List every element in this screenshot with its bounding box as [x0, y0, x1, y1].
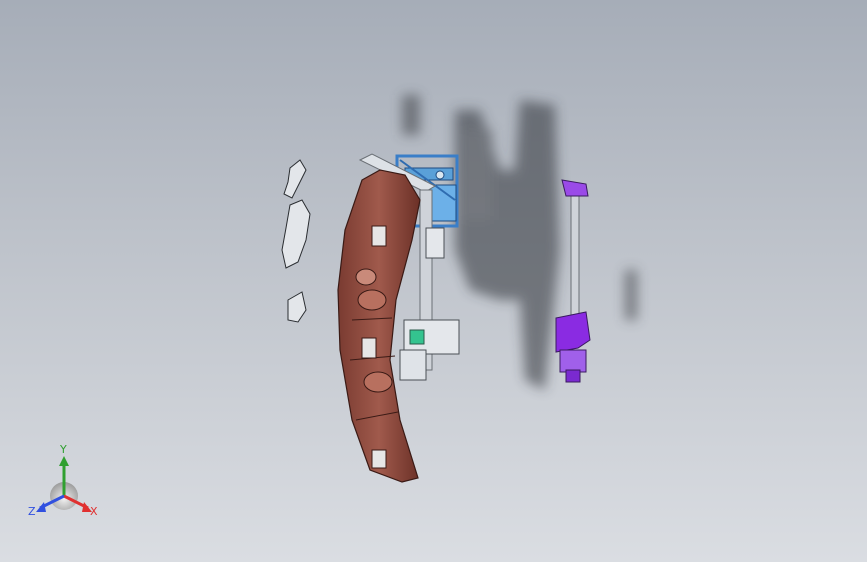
y-axis-label: Y [60, 443, 67, 456]
clamp-assembly[interactable] [555, 179, 591, 383]
small-brackets[interactable] [281, 159, 311, 323]
z-axis-arrow [36, 502, 46, 512]
x-axis-label: X [90, 505, 98, 518]
y-axis-arrow [59, 456, 69, 466]
cad-viewport[interactable]: Y X Z [0, 0, 867, 562]
coordinate-triad[interactable]: Y X Z [26, 444, 106, 520]
assembly-scene[interactable] [0, 0, 867, 562]
z-axis-label: Z [28, 505, 36, 518]
